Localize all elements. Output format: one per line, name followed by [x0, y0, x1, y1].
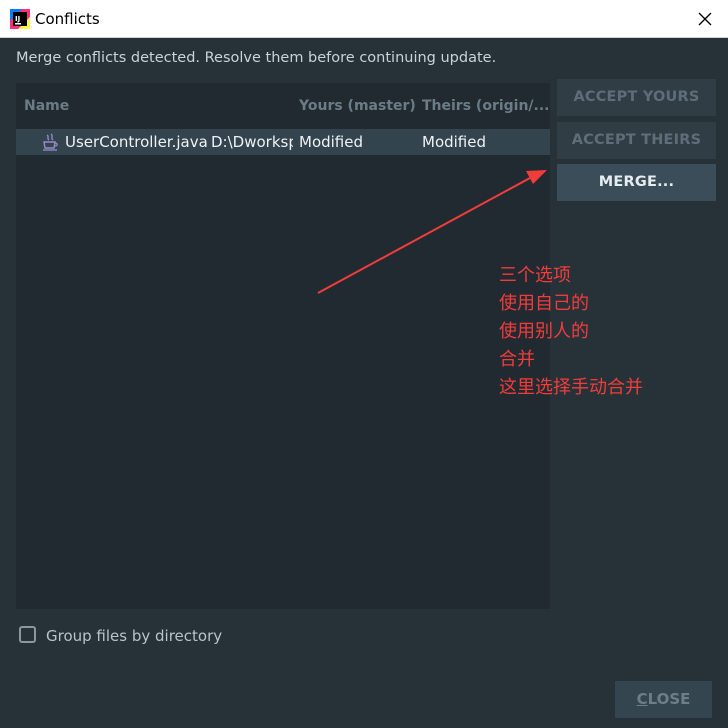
table-row[interactable]: UserController.java D:\Dworksp Modified … [16, 129, 550, 155]
window-title: Conflicts [35, 10, 100, 28]
java-file-icon [43, 133, 58, 151]
group-by-directory-checkbox[interactable] [19, 626, 36, 643]
close-label-rest: LOSE [647, 690, 691, 708]
yours-status: Modified [299, 133, 364, 151]
accept-yours-button[interactable]: ACCEPT YOURS [557, 79, 716, 116]
group-by-directory-label[interactable]: Group files by directory [46, 627, 222, 645]
file-path: D:\Dworksp [211, 133, 293, 151]
annotation-line: 使用自己的 [499, 293, 589, 314]
table-header: Name Yours (master) Theirs (origin/... [16, 83, 550, 129]
conflicts-table: Name Yours (master) Theirs (origin/... U… [16, 83, 550, 609]
close-mnemonic: C [636, 690, 648, 708]
intellij-icon: IJ [10, 9, 30, 29]
annotation-line: 使用别人的 [499, 321, 589, 342]
close-button[interactable]: CLOSE [615, 681, 712, 718]
annotation-line: 这里选择手动合并 [499, 377, 643, 398]
column-header-name[interactable]: Name [24, 97, 224, 115]
conflict-message: Merge conflicts detected. Resolve them b… [16, 50, 497, 66]
annotation-line: 合并 [499, 349, 535, 370]
merge-button[interactable]: MERGE... [557, 164, 716, 201]
close-icon[interactable] [682, 0, 728, 37]
title-bar: IJ Conflicts [0, 0, 728, 38]
annotation-text: 三个选项 使用自己的 使用别人的 合并 这里选择手动合并 [499, 262, 643, 402]
column-header-yours[interactable]: Yours (master) [299, 97, 415, 115]
file-name: UserController.java [65, 133, 208, 151]
column-header-theirs[interactable]: Theirs (origin/... [422, 97, 548, 115]
accept-theirs-button[interactable]: ACCEPT THEIRS [557, 122, 716, 159]
annotation-line: 三个选项 [499, 265, 571, 286]
theirs-status: Modified [422, 133, 487, 151]
svg-text:IJ: IJ [15, 15, 20, 23]
